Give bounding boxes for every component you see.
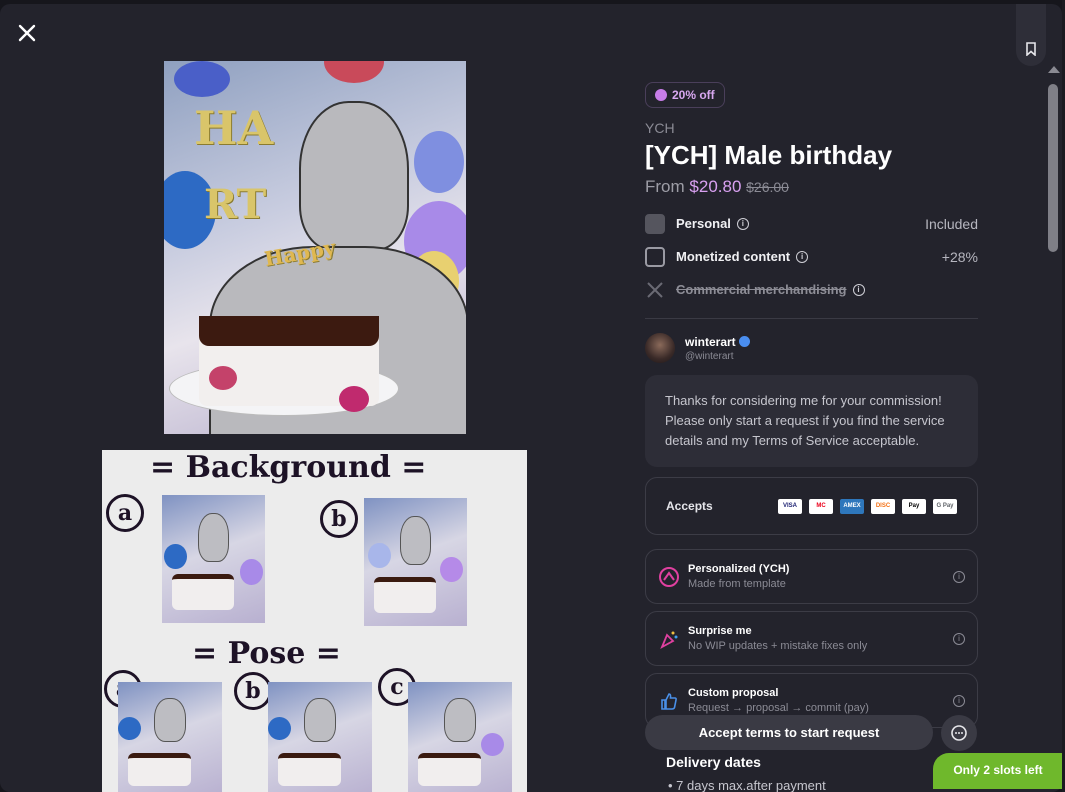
offer-category: YCH — [645, 120, 675, 136]
info-icon[interactable]: i — [736, 217, 749, 230]
checkbox-checked[interactable] — [645, 213, 665, 234]
pose-thumbnail-b[interactable] — [268, 682, 372, 792]
info-icon[interactable]: i — [953, 694, 965, 707]
artist-profile[interactable]: winterart @winterart — [645, 333, 978, 363]
license-option-monetized[interactable]: Monetized content i +28% — [645, 240, 978, 273]
delivery-item: • 7 days max.after payment — [668, 778, 826, 792]
license-label: Monetized content — [676, 249, 791, 264]
license-options: Personal i Included Monetized content i … — [645, 207, 978, 306]
offer-details: 20% off YCH [YCH] Male birthday From $20… — [645, 82, 978, 728]
visa-icon: VISA — [778, 498, 802, 514]
macaron — [209, 366, 237, 390]
license-value: +28% — [941, 248, 978, 265]
amex-icon: AMEX — [840, 498, 864, 514]
artist-name: winterart — [685, 334, 736, 349]
divider — [645, 318, 978, 319]
request-type-name: Personalized (YCH) — [688, 563, 790, 575]
balloon — [414, 131, 464, 193]
pose-thumbnail-a[interactable] — [118, 682, 222, 792]
chat-button[interactable] — [941, 715, 977, 751]
price-prefix: From — [645, 177, 685, 196]
payment-card-list: VISA MC AMEX DISC Pay G Pay — [778, 498, 957, 514]
apple-pay-icon: Pay — [902, 498, 926, 514]
start-request-button[interactable]: Accept terms to start request — [645, 715, 933, 750]
price-current: $20.80 — [689, 177, 742, 196]
request-type-personalized[interactable]: Personalized (YCH) Made from template i — [645, 549, 978, 604]
license-option-personal[interactable]: Personal i Included — [645, 207, 978, 240]
info-icon[interactable]: i — [852, 283, 865, 296]
license-label: Commercial merchandising — [676, 282, 847, 297]
option-letter: a — [106, 494, 144, 532]
discount-icon — [655, 89, 667, 101]
info-icon[interactable]: i — [796, 250, 809, 263]
avatar[interactable] — [645, 333, 675, 363]
checkbox-unchecked[interactable] — [645, 246, 665, 267]
info-icon[interactable]: i — [953, 570, 965, 583]
background-thumbnail-a[interactable] — [162, 495, 265, 623]
request-type-desc: Made from template — [688, 578, 786, 590]
discover-icon: DISC — [871, 498, 895, 514]
delivery-item-text: 7 days max.after payment — [676, 778, 826, 792]
close-icon[interactable] — [14, 20, 40, 46]
thumbs-up-icon — [661, 692, 677, 710]
scroll-up-icon[interactable] — [1048, 66, 1060, 73]
verified-icon — [738, 335, 750, 347]
request-type-name: Surprise me — [688, 625, 752, 637]
request-type-surprise[interactable]: Surprise me No WIP updates + mistake fix… — [645, 611, 978, 666]
unavailable-x-icon — [645, 280, 665, 300]
price-row: From $20.80 $26.00 — [645, 177, 978, 197]
offer-title: [YCH] Male birthday — [645, 140, 893, 170]
party-popper-icon — [660, 631, 678, 649]
artwork-reference-sheet[interactable]: = Background = a b = Pose = a b c — [102, 450, 527, 792]
scrollbar[interactable] — [1044, 64, 1062, 792]
scroll-thumb[interactable] — [1048, 84, 1058, 252]
discount-badge: 20% off — [645, 82, 725, 108]
info-icon[interactable]: i — [953, 632, 965, 645]
license-label: Personal — [676, 216, 731, 231]
option-letter: b — [234, 672, 272, 710]
pose-thumbnail-c[interactable] — [408, 682, 512, 792]
artist-message: Thanks for considering me for your commi… — [645, 375, 978, 467]
birthday-letters: RT — [204, 181, 267, 228]
commission-modal: HA RT Happy = Background = a b = Pose = … — [0, 4, 1062, 792]
license-value: Included — [925, 215, 978, 232]
request-type-desc: Request → proposal → commit (pay) — [688, 702, 869, 714]
price-original: $26.00 — [746, 179, 789, 195]
license-option-commercial: Commercial merchandising i — [645, 273, 978, 306]
mastercard-icon: MC — [809, 498, 833, 514]
chocolate-drip — [199, 316, 379, 346]
artist-handle: @winterart — [685, 350, 734, 362]
balloon — [174, 61, 230, 97]
background-heading: = Background = — [150, 450, 427, 485]
chat-icon — [951, 725, 967, 741]
slots-left-badge: Only 2 slots left — [933, 753, 1063, 789]
pose-heading: = Pose = — [192, 636, 341, 671]
background-thumbnail-b[interactable] — [364, 498, 467, 626]
option-letter: b — [320, 500, 358, 538]
request-type-name: Custom proposal — [688, 687, 779, 699]
personalized-icon — [659, 566, 679, 587]
accepts-label: Accepts — [666, 499, 713, 513]
happy-letters: HA — [194, 101, 274, 155]
figure-head — [299, 101, 409, 251]
google-pay-icon: G Pay — [933, 498, 957, 514]
delivery-title: Delivery dates — [666, 754, 761, 770]
request-type-desc: No WIP updates + mistake fixes only — [688, 640, 868, 652]
heart-candy — [339, 386, 369, 412]
bookmark-button[interactable] — [1016, 4, 1046, 66]
payment-methods: Accepts VISA MC AMEX DISC Pay G Pay — [645, 477, 978, 535]
bookmark-icon — [1026, 42, 1036, 56]
balloon — [324, 61, 384, 83]
artwork-main-image[interactable]: HA RT Happy — [164, 61, 466, 434]
discount-label: 20% off — [672, 88, 715, 102]
